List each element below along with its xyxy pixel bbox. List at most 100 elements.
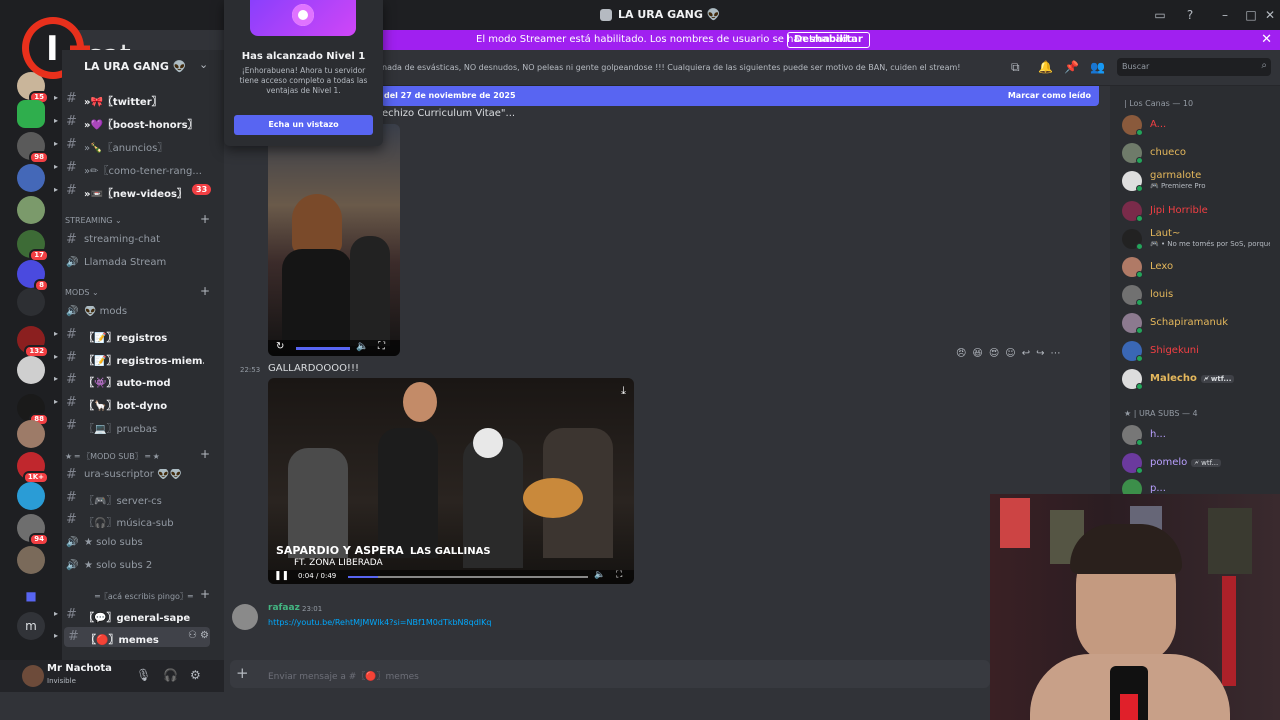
channel-ura-suscriptor[interactable]: # ura-suscriptor 👽👽 — [62, 465, 224, 485]
category-modo-sub[interactable]: ★ ═ 〖MODO SUB〗 ═ ★ — [65, 451, 160, 462]
server-icon[interactable] — [17, 546, 45, 574]
username[interactable]: Mr Nachota — [47, 663, 112, 674]
server-icon[interactable]: 17 — [17, 230, 49, 262]
server-icon[interactable] — [17, 196, 45, 224]
channel-new-videos[interactable]: ▸ # »📼〖new-videos〗 33 — [54, 181, 224, 201]
channel-streaming-chat[interactable]: # streaming-chat — [62, 230, 224, 250]
microphone-icon[interactable]: 🎙 — [136, 668, 151, 682]
message-actions-toolbar[interactable]: 😠😆😍☺↩↪⋯ — [956, 348, 1066, 359]
server-icon[interactable] — [17, 164, 45, 192]
server-icon[interactable] — [17, 288, 45, 316]
channel-general-sape[interactable]: ▸ # 〖💬〗general-sape — [54, 605, 224, 625]
channel-musica-sub[interactable]: # 〖🎧〗música-sub — [62, 510, 224, 530]
fullscreen-icon[interactable]: ⛶ — [616, 570, 622, 580]
server-icon[interactable]: m — [17, 612, 45, 640]
message-composer[interactable]: + Enviar mensaje a #〖🔴〗memes — [230, 660, 990, 688]
server-icon[interactable] — [17, 100, 45, 128]
member-item[interactable]: pomelo 🗲 wtf... — [1122, 452, 1272, 476]
channel-twitter[interactable]: ▸ # »🎀〖twitter〗 — [54, 89, 224, 109]
folder-icon[interactable]: ■ — [17, 582, 45, 610]
member-item[interactable]: Shigekuni — [1122, 340, 1272, 364]
avatar[interactable] — [232, 604, 258, 630]
member-item[interactable]: garmalote 🎮 Premiere Pro — [1122, 170, 1272, 194]
channel-server-cs[interactable]: # 〖🎮〗server-cs — [62, 488, 224, 508]
channel-memes[interactable]: ▸ # 〖🔴〗memes ⚇ ⚙ — [54, 627, 210, 647]
member-item[interactable]: Jipi Horrible — [1122, 200, 1272, 224]
settings-gear-icon[interactable]: ⚙ — [190, 668, 201, 682]
server-name[interactable]: LA URA GANG 👽 — [84, 60, 186, 73]
server-icon[interactable]: 8 — [17, 260, 49, 292]
headphones-icon[interactable]: 🎧 — [163, 668, 178, 682]
chevron-down-icon[interactable]: ⌄ — [199, 58, 208, 71]
category-streaming[interactable]: STREAMING ⌄ — [65, 216, 122, 225]
server-icon[interactable]: 98 — [17, 132, 49, 164]
channel-anuncios[interactable]: ▸ # »🍾〖anuncios〗 — [54, 135, 224, 155]
channel-bot-dyno[interactable]: ▸ # 〖🦙〗bot-dyno — [54, 393, 224, 413]
member-item[interactable]: h... — [1122, 424, 1272, 448]
category-mods[interactable]: mods ⌄ — [65, 288, 99, 297]
add-channel-icon[interactable]: + — [200, 587, 210, 601]
voice-channel-llamada-stream[interactable]: 🔊 Llamada Stream — [62, 253, 224, 273]
server-icon[interactable]: 1K+ — [17, 452, 49, 484]
new-messages-bar[interactable]: del 27 de noviembre de 2025 Marcar como … — [381, 86, 1099, 106]
server-icon[interactable]: 94 — [17, 514, 49, 546]
mark-as-read-button[interactable]: Marcar como leído — [1008, 91, 1091, 100]
channel-boost-honors[interactable]: ▸ # »💜〖boost-honors〗 — [54, 112, 224, 132]
member-item[interactable]: p... — [1122, 478, 1272, 494]
search-box[interactable]: Buscar ⌕ — [1117, 58, 1271, 76]
fullscreen-icon[interactable]: ⛶ — [378, 341, 385, 352]
progress-bar[interactable] — [296, 347, 350, 350]
member-item[interactable]: louis — [1122, 284, 1272, 308]
member-item[interactable]: A... — [1122, 114, 1272, 138]
member-item[interactable]: Schapiramanuk — [1122, 312, 1272, 336]
add-channel-icon[interactable]: + — [200, 212, 210, 226]
search-input[interactable]: Buscar — [1122, 62, 1149, 71]
gear-icon[interactable]: ⚙ — [200, 630, 209, 641]
server-icon[interactable]: 132 — [17, 326, 49, 358]
inbox-icon[interactable]: ▭ — [1150, 6, 1170, 24]
avatar[interactable] — [22, 665, 44, 687]
server-icon[interactable] — [17, 420, 45, 448]
message-input[interactable]: Enviar mensaje a #〖🔴〗memes — [268, 669, 419, 682]
channel-como-tener-rango[interactable]: ▸ # »✏〖como-tener-rang... — [54, 158, 224, 178]
server-icon[interactable]: 88 — [17, 394, 49, 426]
message-link[interactable]: https://youtu.be/RehtMJMWlk4?si=NBf1M0dT… — [268, 618, 491, 627]
channel-registros[interactable]: ▸ # 〖📝〗registros — [54, 325, 224, 345]
voice-channel-solo-subs[interactable]: 🔊 ★ solo subs — [62, 533, 224, 553]
bell-icon[interactable]: 🔔 — [1038, 60, 1053, 74]
add-channel-icon[interactable]: + — [200, 284, 210, 298]
invite-icon[interactable]: ⚇ — [188, 630, 197, 641]
attach-plus-icon[interactable]: + — [236, 664, 249, 682]
replay-icon[interactable]: ↻ — [276, 341, 284, 352]
member-item[interactable]: Laut~ 🎮 • No me tomés por SoS, porque... — [1122, 228, 1272, 252]
download-icon[interactable]: ⤓ — [621, 384, 626, 398]
maximize-button[interactable]: □ — [1241, 6, 1261, 24]
disable-streamer-mode-button[interactable]: Deshabilitar — [787, 32, 870, 48]
take-a-look-button[interactable]: Echa un vistazo — [234, 115, 373, 135]
pause-icon[interactable]: ❚❚ — [274, 571, 289, 581]
video-embed[interactable]: ⤓ SAPARDIO Y ASPERA LAS GALLINAS FT. ZON… — [268, 378, 634, 584]
member-item[interactable]: Lexo — [1122, 256, 1272, 280]
channel-topic[interactable]: nada de esvásticas, NO desnudos, NO pele… — [382, 63, 961, 72]
channel-registros-miembros[interactable]: ▸ # 〖📝〗registros-miem... — [54, 348, 224, 368]
category-aca-escribis-pingo[interactable]: ═〖acá escribis pingo〗═ — [95, 591, 193, 602]
channel-auto-mod[interactable]: ▸ # 〖👾〗auto-mod — [54, 370, 224, 390]
help-icon[interactable]: ? — [1180, 6, 1200, 24]
video-embed[interactable]: ↻ 🔈 ⛶ — [268, 124, 400, 356]
add-channel-icon[interactable]: + — [200, 447, 210, 461]
voice-channel-mods[interactable]: 🔊 👽 mods — [62, 302, 224, 322]
voice-channel-solo-subs-2[interactable]: 🔊 ★ solo subs 2 — [62, 556, 224, 576]
message-author[interactable]: rafaaz — [268, 603, 300, 613]
server-icon[interactable] — [17, 482, 45, 510]
close-banner-icon[interactable]: ✕ — [1261, 32, 1272, 47]
member-item[interactable]: Malecho 🗲 wtf... — [1122, 368, 1272, 392]
server-icon[interactable] — [17, 356, 45, 384]
channel-pruebas[interactable]: # 〖💻〗pruebas — [62, 416, 224, 436]
minimize-button[interactable]: – — [1215, 6, 1235, 24]
progress-bar[interactable] — [348, 576, 588, 578]
member-list-icon[interactable]: 👥 — [1090, 60, 1105, 74]
threads-icon[interactable]: ⧉ — [1011, 60, 1020, 75]
close-window-button[interactable]: ✕ — [1260, 6, 1280, 24]
volume-icon[interactable]: 🔈 — [356, 341, 368, 352]
volume-icon[interactable]: 🔈 — [594, 570, 605, 580]
